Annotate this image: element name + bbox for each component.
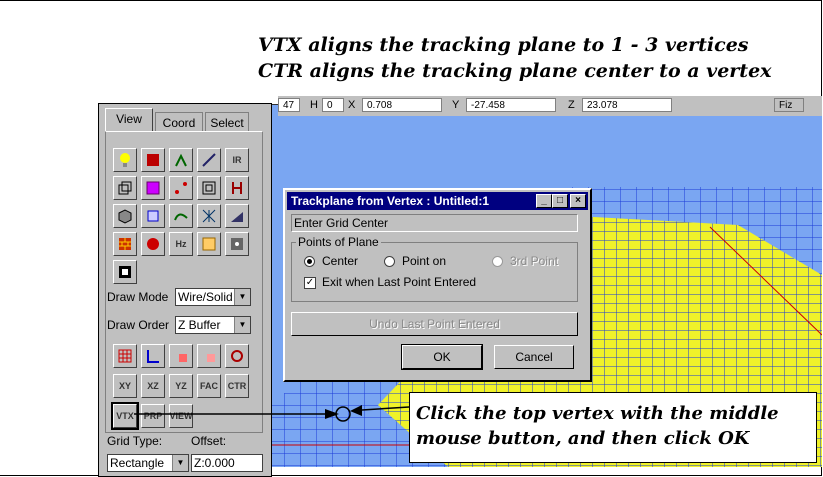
instruction-callout: Click the top vertex with the middle mou…: [409, 392, 817, 463]
callout-line-2: mouse button, and then click OK: [416, 428, 750, 449]
callout-line-1: Click the top vertex with the middle: [416, 403, 779, 424]
